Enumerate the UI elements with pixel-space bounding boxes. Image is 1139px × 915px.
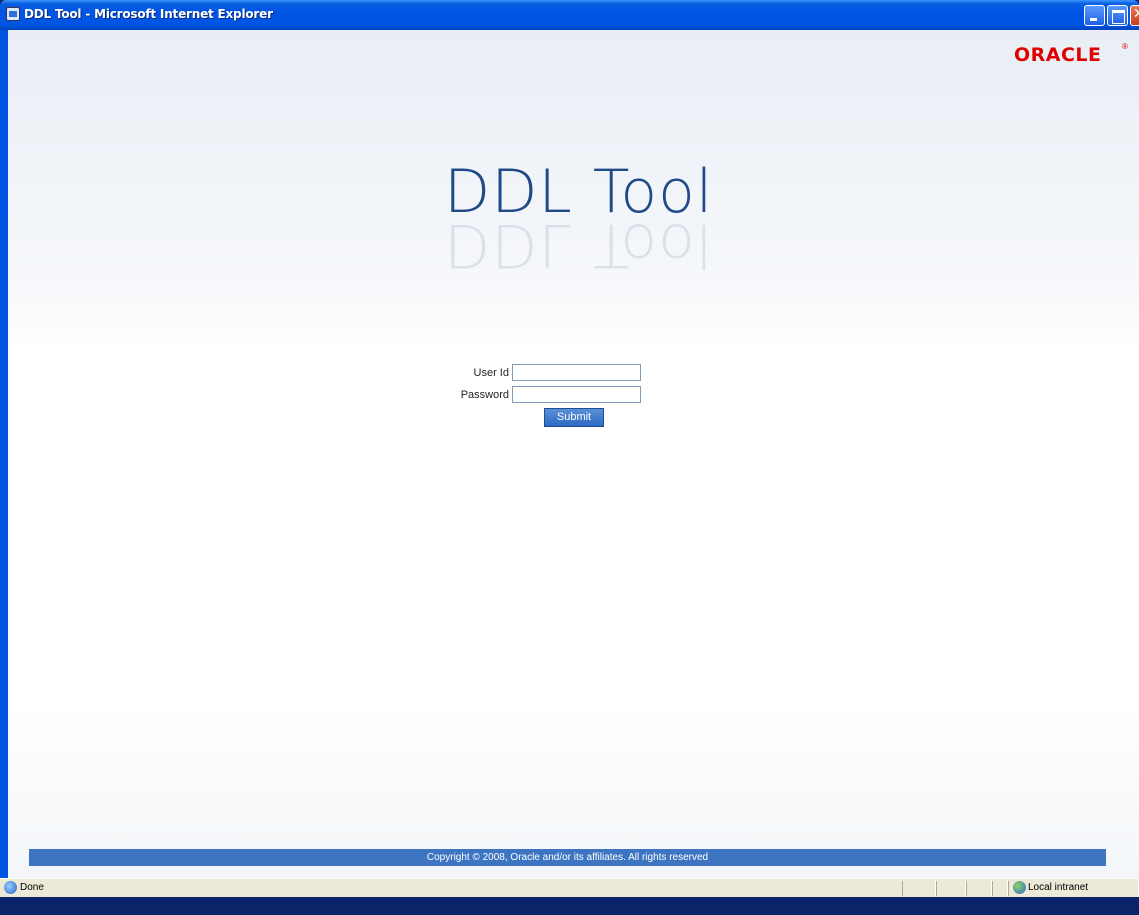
- local-intranet-icon: [1013, 881, 1026, 894]
- window-titlebar[interactable]: DDL Tool - Microsoft Internet Explorer: [0, 0, 1139, 30]
- password-label: Password: [460, 389, 509, 401]
- window-frame-left: [0, 30, 8, 878]
- page-title-reflection: DDL Tool: [444, 220, 714, 280]
- status-text: Done: [20, 882, 44, 893]
- page-title: DDL Tool: [444, 157, 714, 227]
- taskbar: [0, 897, 1139, 915]
- close-button[interactable]: [1130, 5, 1139, 26]
- password-label-wrap: Password: [440, 386, 509, 404]
- copyright-footer: Copyright © 2008, Oracle and/or its affi…: [29, 849, 1106, 866]
- oracle-logo: ORACLE: [1014, 44, 1102, 66]
- maximize-button[interactable]: [1107, 5, 1128, 26]
- user-id-input[interactable]: [512, 364, 641, 381]
- oracle-logo-reg-mark: ®: [1122, 42, 1128, 51]
- password-input[interactable]: [512, 386, 641, 403]
- submit-button[interactable]: Submit: [544, 408, 604, 427]
- status-bar: Done Local intranet: [0, 878, 1139, 897]
- status-cell: [992, 881, 1008, 896]
- status-cell: [966, 881, 992, 896]
- user-id-label: User Id: [473, 367, 509, 379]
- zone-text: Local intranet: [1028, 882, 1089, 893]
- status-cell: [902, 881, 936, 896]
- minimize-button[interactable]: [1084, 5, 1105, 26]
- window-title: DDL Tool - Microsoft Internet Explorer: [24, 7, 273, 21]
- ie-page-icon: [6, 7, 20, 21]
- page-viewport: ORACLE ® DDL Tool DDL Tool Copyright © 2…: [8, 30, 1139, 878]
- status-cell: [936, 881, 966, 896]
- ie-page-icon: [4, 881, 17, 894]
- user-id-label-wrap: User Id: [440, 364, 509, 382]
